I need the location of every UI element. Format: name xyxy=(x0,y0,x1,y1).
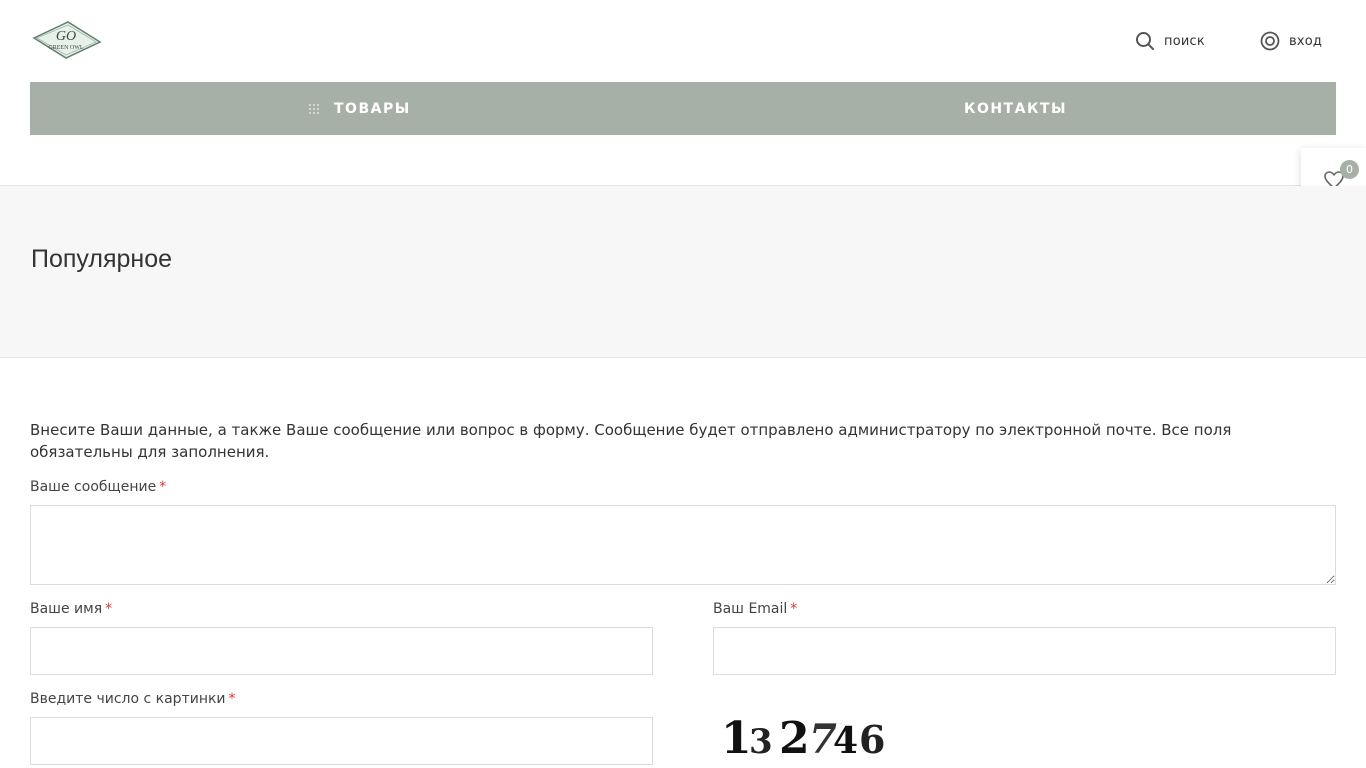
search-label: поиск xyxy=(1164,33,1205,49)
favorites-count-badge: 0 xyxy=(1340,160,1359,179)
captcha-digit: 4 xyxy=(833,720,858,755)
captcha-digits: 13 2 74 6 xyxy=(721,713,885,764)
grid-icon xyxy=(309,103,319,114)
captcha-label-text: Введите число с картинки xyxy=(30,691,226,707)
captcha-label: Введите число с картинки * xyxy=(30,691,236,707)
required-mark: * xyxy=(159,479,167,495)
message-textarea[interactable] xyxy=(31,506,1335,584)
main-nav: ТОВАРЫ КОНТАКТЫ xyxy=(30,82,1336,135)
name-field-wrap xyxy=(30,627,653,675)
logo-monogram: GO xyxy=(56,29,76,44)
email-label-text: Ваш Email xyxy=(713,601,788,617)
captcha-digit: 2 xyxy=(779,715,810,755)
message-field-wrap xyxy=(30,505,1336,585)
captcha-digit: 6 xyxy=(859,717,885,755)
captcha-field-wrap xyxy=(30,717,653,765)
login-label: вход xyxy=(1289,33,1323,49)
required-mark: * xyxy=(105,601,113,617)
captcha-digit: 1 xyxy=(721,715,752,755)
required-mark: * xyxy=(790,601,798,617)
captcha-image: 132746 xyxy=(713,713,898,764)
captcha-digit: 3 xyxy=(749,722,773,755)
popular-title: Популярное xyxy=(31,245,173,273)
message-label-text: Ваше сообщение xyxy=(30,479,157,495)
logo-wordmark: GREEN OWL xyxy=(48,45,83,51)
name-label-text: Ваше имя xyxy=(30,601,103,617)
form-intro-text: Внесите Ваши данные, а также Ваше сообще… xyxy=(30,421,1232,461)
message-label: Ваше сообщение * xyxy=(30,479,166,495)
email-input[interactable] xyxy=(714,628,1335,674)
search-link[interactable]: поиск xyxy=(1134,29,1205,53)
captcha-input[interactable] xyxy=(31,718,652,764)
nav-contacts[interactable]: КОНТАКТЫ xyxy=(964,82,1067,135)
nav-contacts-label: КОНТАКТЫ xyxy=(964,100,1067,117)
site-header: GO GREEN OWL поиск вход xyxy=(0,0,1366,82)
nav-goods[interactable]: ТОВАРЫ xyxy=(308,82,411,135)
nav-goods-label: ТОВАРЫ xyxy=(334,100,411,117)
user-icon xyxy=(1259,30,1281,52)
logo-icon: GO GREEN OWL xyxy=(32,21,102,59)
logo[interactable]: GO GREEN OWL xyxy=(30,18,102,62)
search-icon xyxy=(1134,30,1156,52)
email-label: Ваш Email * xyxy=(713,601,797,617)
name-label: Ваше имя * xyxy=(30,601,112,617)
login-link[interactable]: вход xyxy=(1259,29,1322,53)
email-field-wrap xyxy=(713,627,1336,675)
required-mark: * xyxy=(228,691,236,707)
popular-section: Популярное xyxy=(0,186,1366,358)
name-input[interactable] xyxy=(31,628,652,674)
